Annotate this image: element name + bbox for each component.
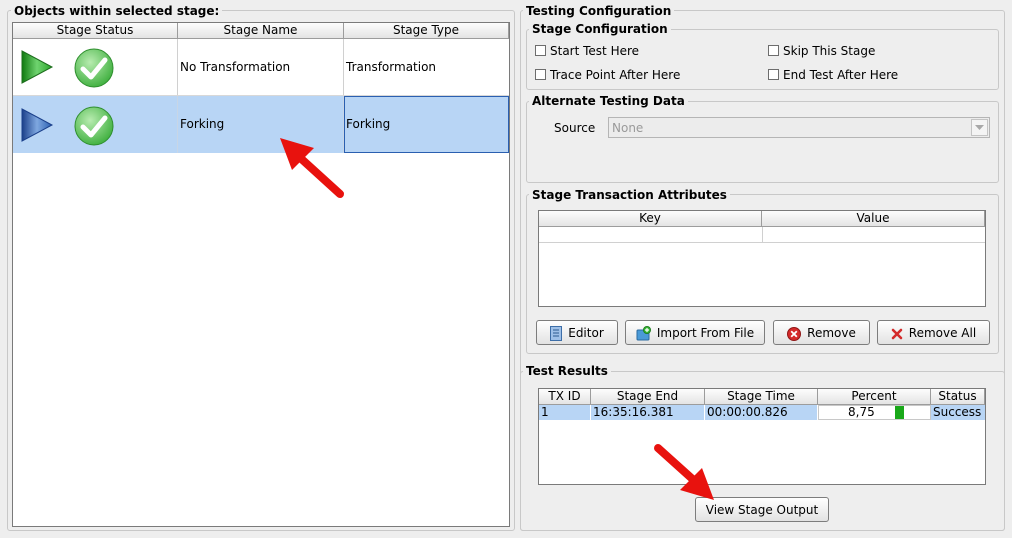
column-header-key[interactable]: Key [539, 211, 762, 227]
annotation-arrow [654, 444, 714, 500]
import-icon [636, 326, 651, 341]
objects-panel-title: Objects within selected stage: [11, 4, 223, 18]
stage-time-cell: 00:00:00.826 [705, 405, 818, 420]
table-row-selected[interactable]: Forking Forking [13, 96, 509, 153]
end-test-checkbox[interactable] [768, 69, 779, 80]
stage-config-title: Stage Configuration [529, 22, 671, 36]
stage-end-cell: 16:35:16.381 [591, 405, 705, 420]
objects-table: Stage Status Stage Name Stage Type No Tr… [12, 22, 510, 527]
column-header-stage-time[interactable]: Stage Time [705, 389, 818, 405]
import-from-file-button[interactable]: Import From File [625, 320, 765, 345]
import-button-label: Import From File [656, 326, 755, 340]
remove-button-label: Remove [807, 326, 856, 340]
stage-type-cell: Transformation [346, 60, 437, 74]
column-header-stage-type[interactable]: Stage Type [344, 23, 509, 39]
testing-config-title: Testing Configuration [523, 4, 675, 18]
chevron-down-icon[interactable] [971, 119, 988, 136]
play-blue-icon [21, 108, 54, 142]
transaction-attributes-title: Stage Transaction Attributes [529, 188, 730, 202]
remove-all-button-label: Remove All [908, 326, 977, 340]
column-header-stage-name[interactable]: Stage Name [178, 23, 344, 39]
column-header-percent[interactable]: Percent [818, 389, 931, 405]
editor-button[interactable]: Editor [536, 320, 618, 345]
skip-stage-checkbox[interactable] [768, 45, 779, 56]
attributes-empty-row[interactable] [539, 227, 985, 243]
test-results-title: Test Results [523, 364, 611, 378]
column-header-tx-id[interactable]: TX ID [539, 389, 591, 405]
editor-button-label: Editor [568, 326, 604, 340]
column-header-stage-end[interactable]: Stage End [591, 389, 705, 405]
table-row[interactable]: No Transformation Transformation [13, 39, 509, 96]
play-green-icon [21, 50, 54, 84]
close-x-icon [891, 328, 903, 339]
percent-cell: 8,75 [818, 405, 931, 420]
stage-status-cell [13, 39, 178, 95]
percent-bar [895, 406, 904, 419]
stage-name-cell: No Transformation [179, 39, 344, 95]
start-test-label: Start Test Here [550, 44, 640, 58]
source-label: Source [554, 121, 596, 135]
trace-point-label: Trace Point After Here [550, 68, 681, 82]
alternate-data-group [526, 101, 999, 183]
remove-all-button[interactable]: Remove All [877, 320, 990, 345]
trace-point-checkbox[interactable] [535, 69, 546, 80]
column-header-stage-status[interactable]: Stage Status [13, 23, 178, 39]
percent-value: 8,75 [848, 405, 875, 419]
attributes-table: Key Value [538, 210, 986, 307]
table-row-selected[interactable]: 1 16:35:16.381 00:00:00.826 8,75 Success [539, 405, 985, 420]
remove-button[interactable]: Remove [773, 320, 870, 345]
stage-status-cell [13, 96, 178, 153]
remove-circle-icon [787, 326, 802, 341]
skip-stage-label: Skip This Stage [783, 44, 876, 58]
document-icon [550, 326, 563, 341]
check-circle-icon [74, 48, 114, 88]
source-dropdown-value: None [612, 121, 644, 135]
stage-type-cell: Forking [344, 96, 509, 153]
start-test-checkbox[interactable] [535, 45, 546, 56]
alternate-data-title: Alternate Testing Data [529, 94, 688, 108]
column-header-value[interactable]: Value [762, 211, 985, 227]
tx-id-cell: 1 [539, 405, 591, 420]
source-dropdown[interactable]: None [608, 117, 990, 138]
annotation-arrow [280, 138, 344, 198]
check-circle-icon [74, 106, 114, 146]
status-cell: Success [933, 405, 982, 419]
end-test-label: End Test After Here [783, 68, 899, 82]
results-table: TX ID Stage End Stage Time Percent Statu… [538, 388, 986, 485]
column-header-status[interactable]: Status [931, 389, 985, 405]
